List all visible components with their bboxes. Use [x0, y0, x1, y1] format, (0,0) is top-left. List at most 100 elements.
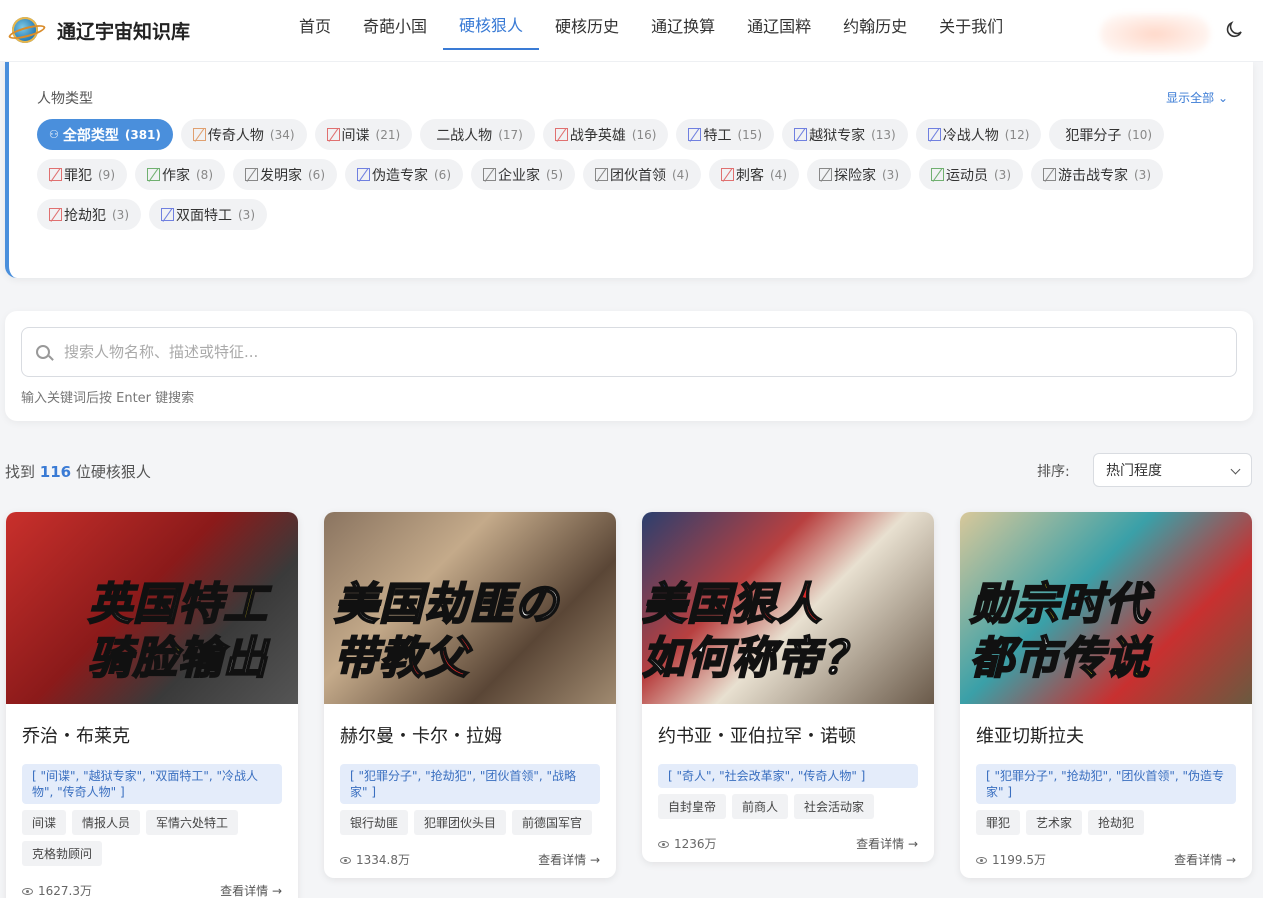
view-detail-link[interactable]: 查看详情 →: [1174, 851, 1236, 868]
chip-label: 特工: [703, 127, 732, 144]
found-number: 116: [39, 463, 72, 481]
thumbnail-image[interactable]: 勋宗时代 都市传说: [960, 512, 1252, 704]
person-card[interactable]: 英国特工 骑脸输出乔治・布莱克 [ "间谍", "越狱专家", "双面特工", "冷…: [6, 512, 298, 898]
nav-tongliao-convert[interactable]: 通辽换算: [635, 0, 731, 50]
chip-count: (34): [269, 127, 295, 142]
image-broken-icon: [357, 168, 370, 181]
subtag: 间谍: [22, 810, 67, 835]
nav-home[interactable]: 首页: [283, 0, 347, 50]
person-card[interactable]: 勋宗时代 都市传说维亚切斯拉夫 [ "犯罪分子", "抢劫犯", "团伙首领", "…: [960, 512, 1252, 878]
type-chip[interactable]: 团伙首领 (4): [583, 159, 701, 190]
chip-label: 罪犯: [64, 167, 92, 184]
type-chip[interactable]: 罪犯 (9): [37, 159, 127, 190]
search-card: 输入关键词后按 Enter 键搜索: [5, 311, 1253, 421]
chip-label: 犯罪分子: [1065, 127, 1122, 144]
thumbnail-image[interactable]: 美国劫匪の 带教父: [324, 512, 616, 704]
chip-count: (6): [308, 167, 325, 182]
view-detail-link[interactable]: 查看详情 →: [220, 882, 282, 898]
subtag-list: 银行劫匪 犯罪团伙头目 前德国军官: [340, 810, 600, 841]
nav-weird-countries[interactable]: 奇葩小国: [347, 0, 443, 50]
person-card[interactable]: 美国劫匪の 带教父 赫尔曼・卡尔・拉姆 [ "犯罪分子", "抢劫犯", "团伙首领"…: [324, 512, 616, 878]
category-tags: [ "犯罪分子", "抢劫犯", "团伙首领", "伪造专家" ]: [976, 764, 1236, 804]
type-chip[interactable]: 特工 (15): [676, 119, 775, 150]
type-chip[interactable]: 传奇人物 (34): [180, 119, 307, 150]
site-brand[interactable]: 通辽宇宙知识库: [57, 17, 190, 44]
person-card[interactable]: 美国狠人 如何称帝？ 约书亚・亚伯拉罕・诺顿 [ "奇人", "社会改革家", "传奇…: [642, 512, 934, 862]
chip-count: (21): [375, 127, 401, 142]
image-broken-icon: [326, 128, 340, 141]
image-broken-icon: [554, 128, 568, 141]
nav-about[interactable]: 关于我们: [923, 0, 1019, 50]
sort-select[interactable]: 热门程度: [1093, 453, 1252, 487]
subtag: 克格勃顾问: [22, 841, 103, 866]
card-footer: 1199.5万 查看详情 →: [976, 851, 1236, 868]
type-chip[interactable]: 探险家 (3): [807, 159, 911, 190]
chip-label: 双面特工: [176, 207, 232, 224]
type-chip[interactable]: 犯罪分子 (10): [1049, 119, 1165, 150]
planet-logo-icon[interactable]: [12, 17, 38, 43]
type-chip[interactable]: 运动员 (3): [919, 159, 1023, 190]
image-broken-icon: [483, 168, 496, 181]
category-tags: [ "奇人", "社会改革家", "传奇人物" ]: [658, 764, 918, 788]
type-chip[interactable]: ⚇ 全部类型 (381): [37, 119, 173, 150]
chip-label: 探险家: [834, 167, 876, 184]
person-name[interactable]: 维亚切斯拉夫: [976, 722, 1236, 748]
image-broken-icon: [49, 168, 62, 181]
type-chip[interactable]: 游击战专家 (3): [1031, 159, 1163, 190]
type-chip[interactable]: 冷战人物 (12): [915, 119, 1042, 150]
subtag: 自封皇帝: [658, 794, 727, 819]
nav-john-history[interactable]: 约翰历史: [827, 0, 923, 50]
chip-label: 二战人物: [436, 127, 493, 144]
image-broken-icon: [819, 168, 832, 181]
view-count: 1334.8万: [340, 851, 410, 868]
type-chip[interactable]: 作家 (8): [135, 159, 225, 190]
nav-hardcore-people[interactable]: 硬核狠人: [443, 0, 540, 50]
found-prefix: 找到: [5, 463, 36, 481]
filter-panel: 人物类型 显示全部 ⌄ ⚇ 全部类型 (381) 传奇人物 (34) 间谍 (21) 二战人物…: [5, 62, 1253, 278]
search-hint: 输入关键词后按 Enter 键搜索: [21, 391, 195, 406]
view-detail-link[interactable]: 查看详情 →: [856, 835, 918, 852]
people-icon: ⚇: [49, 128, 59, 141]
search-box[interactable]: [21, 327, 1237, 377]
subtag: 前德国军官: [512, 810, 593, 835]
nav-hardcore-history[interactable]: 硬核历史: [539, 0, 635, 50]
type-chip[interactable]: 企业家 (5): [471, 159, 575, 190]
type-chip[interactable]: 双面特工 (3): [149, 199, 267, 230]
type-chip[interactable]: 间谍 (21): [314, 119, 413, 150]
type-chip[interactable]: 战争英雄 (16): [542, 119, 669, 150]
chip-count: (6): [434, 167, 451, 182]
main-nav: 首页 奇葩小国 硬核狠人 硬核历史 通辽换算 通辽国粹 约翰历史 关于我们: [283, 0, 1019, 62]
type-chip[interactable]: 越狱专家 (13): [782, 119, 908, 150]
search-input[interactable]: [64, 343, 1214, 361]
nav-tongliao-essence[interactable]: 通辽国粹: [731, 0, 827, 50]
view-detail-link[interactable]: 查看详情 →: [538, 851, 600, 868]
person-name[interactable]: 乔治・布莱克: [22, 722, 282, 748]
chip-label: 战争英雄: [569, 127, 626, 144]
type-chip[interactable]: 二战人物 (17): [420, 119, 535, 150]
person-name[interactable]: 约书亚・亚伯拉罕・诺顿: [658, 722, 918, 748]
category-tags: [ "间谍", "越狱专家", "双面特工", "冷战人物", "传奇人物" ]: [22, 764, 282, 804]
eye-icon: [340, 857, 351, 864]
moon-icon[interactable]: [1224, 20, 1244, 40]
user-area[interactable]: [1100, 14, 1210, 54]
type-chip[interactable]: 伪造专家 (6): [345, 159, 463, 190]
chip-count: (12): [1004, 127, 1030, 142]
subtag: 社会活动家: [794, 794, 875, 819]
image-broken-icon: [49, 208, 62, 221]
thumbnail-image[interactable]: 美国狠人 如何称帝？: [642, 512, 934, 704]
results-count: 找到 116 位硬核狠人: [5, 461, 151, 482]
chip-count: (3): [882, 167, 899, 182]
person-name[interactable]: 赫尔曼・卡尔・拉姆: [340, 722, 600, 748]
subtag-list: 间谍 情报人员 军情六处特工 克格勃顾问: [22, 810, 282, 872]
type-chip[interactable]: 抢劫犯 (3): [37, 199, 141, 230]
show-all-button[interactable]: 显示全部 ⌄: [1166, 89, 1228, 106]
type-chip[interactable]: 刺客 (4): [709, 159, 799, 190]
chip-label: 伪造专家: [372, 167, 428, 184]
chip-count: (15): [737, 127, 763, 142]
chip-count: (10): [1127, 127, 1153, 142]
subtag: 艺术家: [1026, 810, 1083, 835]
thumbnail-image[interactable]: 英国特工 骑脸输出: [6, 512, 298, 704]
chip-count: (4): [672, 167, 689, 182]
card-footer: 1627.3万 查看详情 →: [22, 882, 282, 898]
type-chip[interactable]: 发明家 (6): [233, 159, 337, 190]
